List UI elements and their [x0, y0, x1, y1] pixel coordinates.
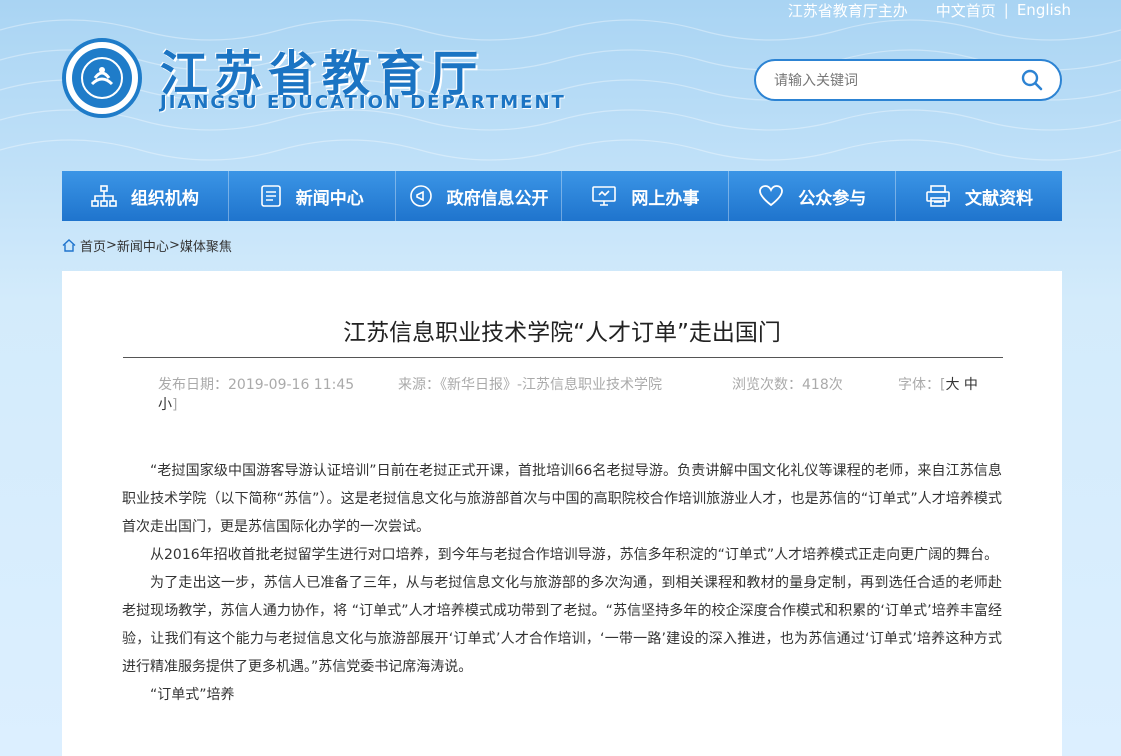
department-emblem-logo[interactable]	[62, 38, 142, 118]
nav-item-label: 网上办事	[631, 188, 700, 209]
link-chinese-home[interactable]: 中文首页	[936, 0, 996, 21]
publish-date-value: 2019-09-16 11:45	[228, 377, 355, 393]
nav-item-documents[interactable]: 文献资料	[896, 171, 1062, 221]
nav-item-label: 公众参与	[798, 188, 867, 209]
org-chart-icon	[91, 184, 117, 208]
publish-date-label: 发布日期：	[158, 377, 228, 393]
view-count: 浏览次数：418次	[732, 375, 898, 395]
search-input[interactable]	[756, 61, 1012, 99]
article-paragraph: “订单式”培养	[150, 687, 235, 703]
nav-item-label: 文献资料	[965, 188, 1034, 209]
nav-item-news-center[interactable]: 新闻中心	[229, 171, 396, 221]
search-button[interactable]	[1012, 60, 1052, 100]
font-bracket-close: ]	[172, 397, 178, 413]
breadcrumb-news-link[interactable]: 新闻中心	[117, 236, 169, 255]
publish-date: 发布日期：2019-09-16 11:45	[158, 375, 398, 395]
main-navigation: 组织机构 新闻中心 政府信息公开 网上办事 公众参与 文献资料	[62, 171, 1062, 221]
article-container: 江苏信息职业技术学院“人才订单”走出国门 发布日期：2019-09-16 11:…	[62, 271, 1062, 756]
article-title: 江苏信息职业技术学院“人才订单”走出国门	[343, 320, 781, 346]
nav-item-label: 新闻中心	[295, 188, 364, 209]
article-paragraph: “老挝国家级中国游客导游认证培训”日前在老挝正式开课，首批培训66名老挝导游。负…	[122, 463, 1002, 535]
monitor-icon	[591, 184, 617, 208]
source-label: 来源：	[398, 377, 440, 393]
top-links-divider: |	[1003, 1, 1009, 19]
font-size-medium[interactable]: 中	[964, 377, 978, 393]
search-icon	[1021, 69, 1043, 91]
article-paragraph: 为了走出这一步，苏信人已准备了三年，从与老挝信息文化与旅游部的多次沟通，到相关课…	[122, 575, 1002, 675]
breadcrumb-separator: >	[106, 238, 117, 253]
search-box	[754, 59, 1062, 101]
top-links: 江苏省教育厅主办 中文首页 | English	[788, 0, 1071, 20]
printer-icon	[925, 184, 951, 208]
font-size-label: 字体：	[898, 377, 940, 393]
nav-item-online-services[interactable]: 网上办事	[562, 171, 730, 221]
host-text: 江苏省教育厅主办	[787, 1, 908, 20]
home-icon	[62, 239, 76, 252]
nav-item-label: 组织机构	[130, 188, 199, 209]
views-value: 418次	[802, 377, 843, 393]
link-english[interactable]: English	[1017, 1, 1071, 19]
font-size-small[interactable]: 小	[158, 397, 172, 413]
nav-item-public-participation[interactable]: 公众参与	[729, 171, 897, 221]
site-title-english: JIANGSU EDUCATION DEPARTMENT	[160, 92, 566, 113]
article-meta: 发布日期：2019-09-16 11:45 来源：《新华日报》-江苏信息职业技术学…	[158, 375, 978, 415]
nav-item-label: 政府信息公开	[446, 188, 549, 209]
article-paragraph: 从2016年招收首批老挝留学生进行对口培养，到今年与老挝合作培训导游，苏信多年积…	[150, 547, 999, 563]
title-divider	[123, 357, 1003, 358]
nav-item-gov-info[interactable]: 政府信息公开	[396, 171, 563, 221]
megaphone-icon	[409, 184, 433, 208]
font-size-large[interactable]: 大	[945, 377, 959, 393]
views-label: 浏览次数：	[732, 377, 802, 393]
document-icon	[260, 184, 282, 208]
breadcrumb-separator: >	[168, 238, 180, 253]
breadcrumb-current-link[interactable]: 媒体聚焦	[180, 236, 232, 255]
heart-icon	[758, 184, 784, 208]
breadcrumb: 首页 > 新闻中心 > 媒体聚焦	[62, 236, 232, 255]
breadcrumb-home-link[interactable]: 首页	[80, 236, 106, 255]
source-value: 《新华日报》-江苏信息职业技术学院	[440, 377, 663, 393]
article-body: “老挝国家级中国游客导游认证培训”日前在老挝正式开课，首批培训66名老挝导游。负…	[122, 457, 1002, 709]
article-source: 来源：《新华日报》-江苏信息职业技术学院	[398, 375, 732, 395]
nav-item-organization[interactable]: 组织机构	[62, 171, 229, 221]
